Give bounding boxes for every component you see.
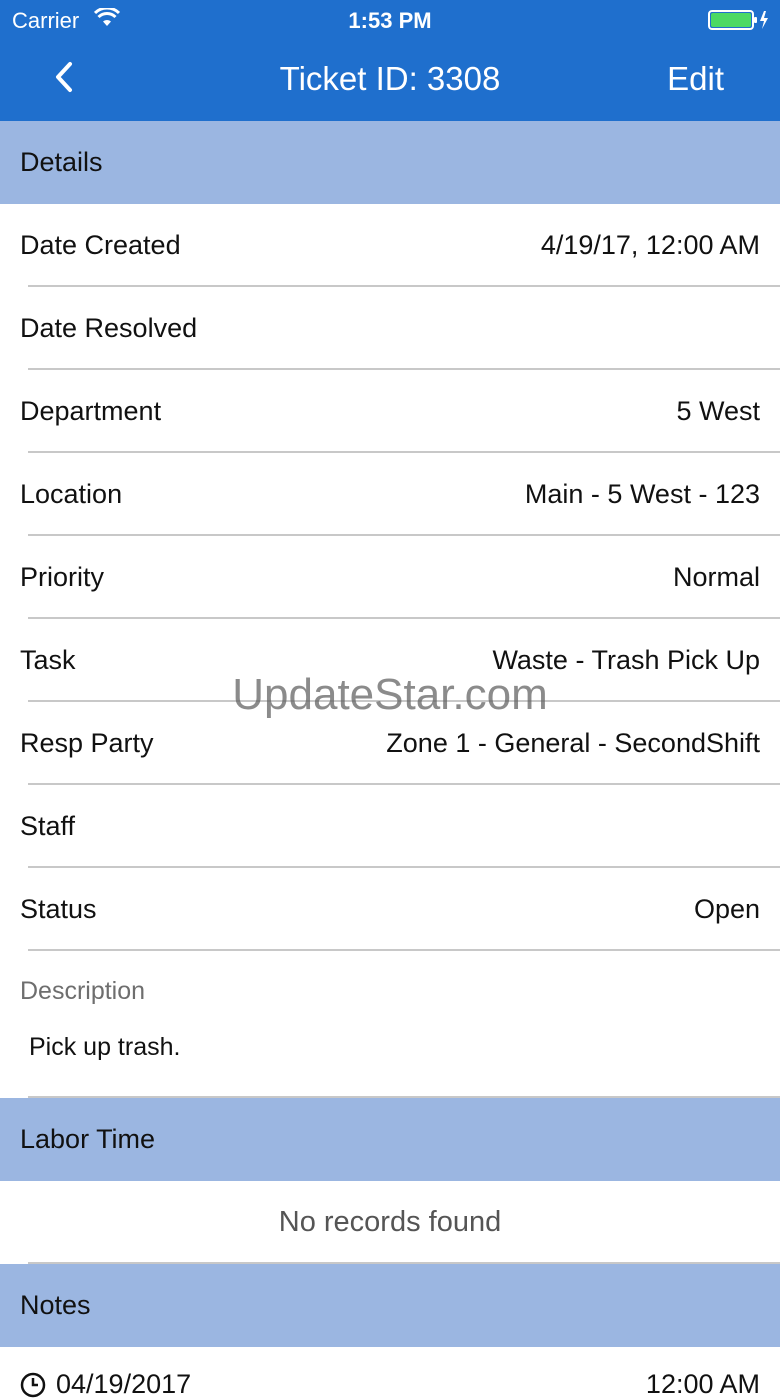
page-title: Ticket ID: 3308 [279, 60, 501, 97]
task-row: Task Waste - Trash Pick Up [0, 619, 780, 702]
details-section-header: Details [0, 121, 780, 204]
resp-party-row: Resp Party Zone 1 - General - SecondShif… [0, 702, 780, 785]
row-label: Location [20, 479, 123, 509]
navigation-bar: Ticket ID: 3308 Edit [0, 40, 780, 121]
battery-icon [708, 9, 770, 36]
row-value: 5 West [676, 396, 760, 426]
staff-row: Staff [0, 785, 780, 868]
priority-row: Priority Normal [0, 536, 780, 619]
date-resolved-row: Date Resolved [0, 287, 780, 370]
location-row: Location Main - 5 West - 123 [0, 453, 780, 536]
notes-section-header: Notes [0, 1264, 780, 1347]
description-block: Description Pick up trash. [0, 951, 780, 1098]
ticket-details-list: Details Date Created 4/19/17, 12:00 AM D… [0, 121, 780, 1399]
row-label: Task [20, 645, 76, 675]
note-date: 04/19/2017 [56, 1369, 192, 1399]
description-text: Pick up trash. [29, 1033, 181, 1061]
row-value: Normal [672, 562, 760, 592]
row-value: 4/19/17, 12:00 AM [540, 230, 760, 260]
department-row: Department 5 West [0, 370, 780, 453]
status-value: Open [693, 894, 760, 924]
status-bar: Carrier 1:53 PM [0, 0, 780, 40]
row-label: Status [20, 894, 97, 924]
row-value: Main - 5 West - 123 [524, 479, 760, 509]
description-label: Description [20, 977, 146, 1005]
clock-icon [20, 1372, 46, 1397]
row-label: Staff [20, 811, 76, 841]
date-created-row: Date Created 4/19/17, 12:00 AM [0, 204, 780, 287]
labor-time-empty-message: No records found [0, 1181, 780, 1264]
row-value: Zone 1 - General - SecondShift [386, 728, 760, 758]
status-row: Status Open [0, 868, 780, 951]
row-label: Resp Party [20, 728, 154, 758]
note-time: 12:00 AM [645, 1369, 760, 1399]
row-label: Date Resolved [20, 313, 198, 343]
row-label: Date Created [20, 230, 181, 260]
edit-button[interactable]: Edit [667, 60, 724, 98]
row-label: Priority [20, 562, 105, 592]
labor-time-section-header: Labor Time [0, 1098, 780, 1181]
row-value: Waste - Trash Pick Up [492, 645, 760, 675]
status-time: 1:53 PM [348, 8, 432, 33]
note-item[interactable]: 04/19/2017 12:00 AM [0, 1347, 780, 1399]
row-label: Department [20, 396, 162, 426]
